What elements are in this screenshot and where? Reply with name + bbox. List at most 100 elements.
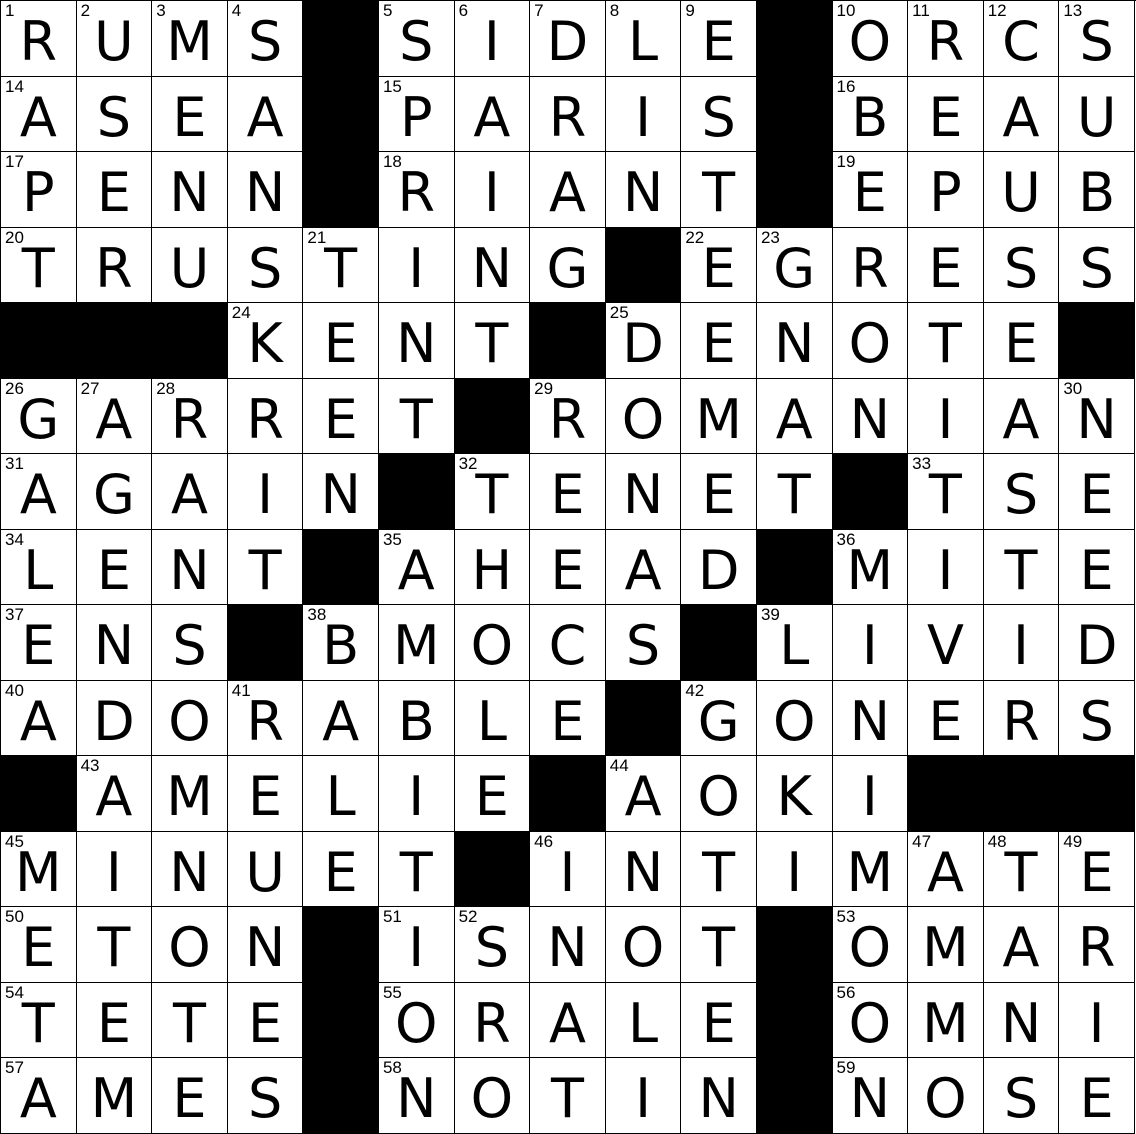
grid-cell[interactable]: M — [832, 831, 909, 907]
grid-cell[interactable]: T — [454, 303, 531, 379]
grid-cell[interactable]: U — [152, 227, 228, 303]
grid-cell[interactable]: 30 N — [1059, 378, 1135, 454]
grid-cell[interactable]: E — [681, 303, 757, 379]
grid-cell[interactable]: E — [303, 378, 379, 454]
grid-cell[interactable]: E — [227, 982, 304, 1058]
grid-cell[interactable]: 35 A — [378, 529, 455, 605]
grid-cell[interactable]: S — [681, 76, 757, 152]
grid-cell[interactable]: E — [152, 1058, 228, 1134]
grid-cell[interactable]: O — [152, 680, 228, 756]
grid-cell[interactable]: E — [303, 831, 379, 907]
grid-cell[interactable]: I — [908, 529, 984, 605]
grid-cell[interactable]: 6I — [454, 1, 531, 77]
grid-cell[interactable]: I — [378, 227, 455, 303]
grid-cell[interactable]: E — [1059, 1058, 1135, 1134]
grid-cell[interactable]: T — [76, 907, 153, 983]
grid-cell[interactable]: G — [76, 454, 153, 530]
grid-cell[interactable]: L — [454, 680, 531, 756]
grid-cell[interactable]: O — [756, 680, 833, 756]
grid-cell[interactable]: A — [983, 378, 1060, 454]
grid-cell[interactable]: T — [378, 378, 455, 454]
grid-cell[interactable]: 32 T — [454, 454, 531, 530]
grid-cell[interactable]: P — [908, 152, 984, 228]
grid-cell[interactable]: A — [530, 152, 606, 228]
grid-cell[interactable]: L — [605, 982, 682, 1058]
grid-cell[interactable]: U — [227, 831, 304, 907]
grid-cell[interactable]: O — [681, 756, 757, 832]
grid-cell[interactable]: E — [303, 303, 379, 379]
grid-cell[interactable]: N — [605, 454, 682, 530]
grid-cell[interactable]: R — [227, 378, 304, 454]
grid-cell[interactable]: N — [76, 605, 153, 681]
grid-cell[interactable]: N — [605, 152, 682, 228]
grid-cell[interactable]: 3M — [152, 1, 228, 77]
grid-cell[interactable]: U — [983, 152, 1060, 228]
grid-cell[interactable]: E — [681, 982, 757, 1058]
grid-cell[interactable]: E — [76, 982, 153, 1058]
grid-cell[interactable]: N — [681, 1058, 757, 1134]
grid-cell[interactable]: O — [454, 605, 531, 681]
grid-cell[interactable]: M — [908, 907, 984, 983]
grid-cell[interactable]: 48 T — [983, 831, 1060, 907]
grid-cell[interactable]: E — [908, 227, 984, 303]
grid-cell[interactable]: R — [1059, 907, 1135, 983]
grid-cell[interactable]: 2U — [76, 1, 153, 77]
grid-cell[interactable]: L — [303, 756, 379, 832]
grid-cell[interactable]: E — [152, 76, 228, 152]
grid-cell[interactable]: 21 T — [303, 227, 379, 303]
grid-cell[interactable]: N — [832, 680, 909, 756]
grid-cell[interactable]: N — [152, 152, 228, 228]
grid-cell[interactable]: O — [832, 303, 909, 379]
grid-cell[interactable]: S — [227, 1058, 304, 1134]
grid-cell[interactable]: I — [832, 605, 909, 681]
grid-cell[interactable]: E — [908, 680, 984, 756]
grid-cell[interactable]: I — [76, 831, 153, 907]
grid-cell[interactable]: N — [152, 529, 228, 605]
grid-cell[interactable]: 8L — [605, 1, 682, 77]
grid-cell[interactable]: T — [983, 529, 1060, 605]
grid-cell[interactable]: A — [530, 982, 606, 1058]
grid-cell[interactable]: 7D — [530, 1, 606, 77]
grid-cell[interactable]: I — [378, 756, 455, 832]
grid-cell[interactable]: I — [454, 152, 531, 228]
grid-cell[interactable]: 41 R — [227, 680, 304, 756]
grid-cell[interactable]: 44 A — [605, 756, 682, 832]
grid-cell[interactable]: D — [1059, 605, 1135, 681]
grid-cell[interactable]: 31 A — [1, 454, 77, 530]
grid-cell[interactable]: A — [303, 680, 379, 756]
grid-cell[interactable]: I — [832, 756, 909, 832]
grid-cell[interactable]: E — [76, 152, 153, 228]
grid-cell[interactable]: 23 G — [756, 227, 833, 303]
grid-cell[interactable]: 33 T — [908, 454, 984, 530]
grid-cell[interactable]: 54 T — [1, 982, 77, 1058]
grid-cell[interactable]: M — [76, 1058, 153, 1134]
grid-cell[interactable]: N — [983, 982, 1060, 1058]
grid-cell[interactable]: I — [756, 831, 833, 907]
grid-cell[interactable]: R — [76, 227, 153, 303]
grid-cell[interactable]: T — [227, 529, 304, 605]
grid-cell[interactable]: 17 P — [1, 152, 77, 228]
grid-cell[interactable]: S — [605, 605, 682, 681]
grid-cell[interactable]: S — [152, 605, 228, 681]
grid-cell[interactable]: T — [908, 303, 984, 379]
grid-cell[interactable]: A — [605, 529, 682, 605]
grid-cell[interactable]: S — [76, 76, 153, 152]
grid-cell[interactable]: M — [152, 756, 228, 832]
grid-cell[interactable]: K — [756, 756, 833, 832]
grid-cell[interactable]: 4S — [227, 1, 304, 77]
grid-cell[interactable]: 49 E — [1059, 831, 1135, 907]
grid-cell[interactable]: O — [152, 907, 228, 983]
grid-cell[interactable]: I — [605, 1058, 682, 1134]
grid-cell[interactable]: 28 R — [152, 378, 228, 454]
grid-cell[interactable]: 19 E — [832, 152, 909, 228]
grid-cell[interactable]: S — [1059, 680, 1135, 756]
grid-cell[interactable]: 5S — [378, 1, 455, 77]
grid-cell[interactable]: 47 A — [908, 831, 984, 907]
grid-cell[interactable]: S — [983, 227, 1060, 303]
grid-cell[interactable]: 22 E — [681, 227, 757, 303]
grid-cell[interactable]: 53 O — [832, 907, 909, 983]
grid-cell[interactable]: G — [530, 227, 606, 303]
grid-cell[interactable]: T — [378, 831, 455, 907]
grid-cell[interactable]: T — [681, 831, 757, 907]
grid-cell[interactable]: D — [76, 680, 153, 756]
